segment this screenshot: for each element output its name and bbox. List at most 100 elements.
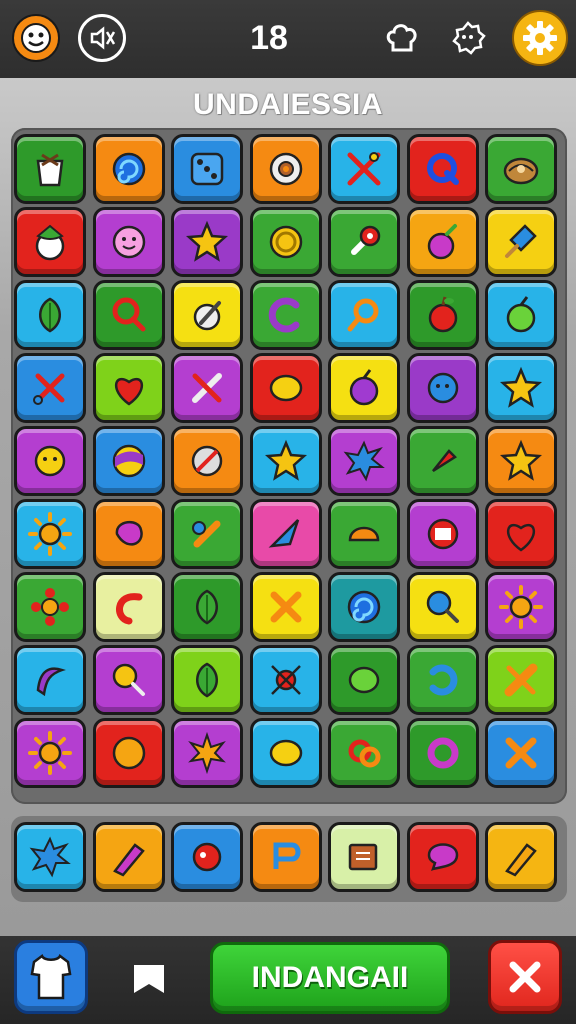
tile[interactable] bbox=[14, 353, 86, 423]
tile[interactable] bbox=[328, 134, 400, 204]
tile[interactable] bbox=[485, 207, 557, 277]
chef-button[interactable] bbox=[378, 14, 426, 62]
close-icon bbox=[509, 961, 541, 993]
tile[interactable] bbox=[249, 134, 322, 204]
green-apple-icon bbox=[506, 296, 536, 333]
tile[interactable] bbox=[14, 499, 86, 569]
tile[interactable] bbox=[171, 718, 243, 788]
tile[interactable] bbox=[171, 645, 243, 715]
tray-tile[interactable] bbox=[249, 822, 322, 892]
tile[interactable] bbox=[171, 426, 243, 496]
tile[interactable] bbox=[14, 134, 86, 204]
tile[interactable] bbox=[249, 645, 322, 715]
tile[interactable] bbox=[328, 353, 400, 423]
tile[interactable] bbox=[14, 426, 86, 496]
settings-button[interactable] bbox=[512, 10, 568, 66]
tile[interactable] bbox=[485, 645, 557, 715]
radio-icon bbox=[427, 518, 458, 550]
tray-tile[interactable] bbox=[328, 822, 400, 892]
tile[interactable] bbox=[406, 645, 479, 715]
flag-button[interactable] bbox=[126, 958, 172, 1000]
tile[interactable] bbox=[328, 645, 400, 715]
tile[interactable] bbox=[406, 134, 479, 204]
badge-button[interactable] bbox=[444, 14, 492, 62]
tile[interactable] bbox=[406, 499, 479, 569]
tile[interactable] bbox=[249, 426, 322, 496]
tray-tile[interactable] bbox=[406, 822, 479, 892]
tile[interactable] bbox=[171, 572, 243, 642]
top-bar: 18 bbox=[0, 0, 576, 78]
tile[interactable] bbox=[171, 134, 243, 204]
tile[interactable] bbox=[249, 572, 322, 642]
tile[interactable] bbox=[14, 207, 86, 277]
tile[interactable] bbox=[171, 353, 243, 423]
tile[interactable] bbox=[406, 572, 479, 642]
tile[interactable] bbox=[485, 134, 557, 204]
tile[interactable] bbox=[14, 572, 86, 642]
orange-icon bbox=[112, 736, 145, 770]
tile[interactable] bbox=[92, 207, 165, 277]
tile[interactable] bbox=[328, 572, 400, 642]
cross-icon bbox=[505, 737, 537, 769]
tile[interactable] bbox=[485, 499, 557, 569]
tile[interactable] bbox=[92, 353, 165, 423]
star-icon bbox=[264, 439, 307, 481]
settings-gear-icon bbox=[523, 21, 557, 55]
tile[interactable] bbox=[92, 426, 165, 496]
tile[interactable] bbox=[485, 353, 557, 423]
tile[interactable] bbox=[406, 426, 479, 496]
tray-tile[interactable] bbox=[485, 822, 557, 892]
tile[interactable] bbox=[328, 280, 400, 350]
bug-icon bbox=[270, 665, 301, 695]
close-button[interactable] bbox=[488, 940, 562, 1014]
tile[interactable] bbox=[485, 718, 557, 788]
crayon-icon bbox=[112, 843, 145, 877]
tile[interactable] bbox=[92, 280, 165, 350]
tile-tray bbox=[11, 816, 567, 902]
tile[interactable] bbox=[171, 499, 243, 569]
letter-r-icon bbox=[273, 842, 300, 869]
main-action-button[interactable]: INDANGAII bbox=[210, 942, 450, 1014]
tile[interactable] bbox=[14, 645, 86, 715]
score-counter: 18 bbox=[250, 19, 288, 57]
tile[interactable] bbox=[14, 280, 86, 350]
tile[interactable] bbox=[249, 207, 322, 277]
tray-tile[interactable] bbox=[171, 822, 243, 892]
splat-icon bbox=[29, 836, 71, 878]
tile[interactable] bbox=[406, 280, 479, 350]
shirt-button[interactable] bbox=[14, 940, 88, 1014]
tile[interactable] bbox=[14, 718, 86, 788]
tile[interactable] bbox=[406, 353, 479, 423]
tile[interactable] bbox=[171, 280, 243, 350]
tile[interactable] bbox=[328, 426, 400, 496]
tile[interactable] bbox=[328, 207, 400, 277]
tile[interactable] bbox=[92, 645, 165, 715]
tile[interactable] bbox=[328, 499, 400, 569]
tile[interactable] bbox=[92, 499, 165, 569]
tile[interactable] bbox=[328, 718, 400, 788]
tile[interactable] bbox=[249, 280, 322, 350]
tile[interactable] bbox=[249, 499, 322, 569]
tile[interactable] bbox=[485, 426, 557, 496]
shield-icon bbox=[191, 445, 223, 477]
tile[interactable] bbox=[406, 207, 479, 277]
tile[interactable] bbox=[249, 353, 322, 423]
star-icon bbox=[499, 439, 543, 481]
tile[interactable] bbox=[249, 718, 322, 788]
tray-tile[interactable] bbox=[92, 822, 165, 892]
tile[interactable] bbox=[485, 572, 557, 642]
tile[interactable] bbox=[171, 207, 243, 277]
tile[interactable] bbox=[406, 718, 479, 788]
mute-button[interactable] bbox=[78, 14, 126, 62]
avatar-button[interactable] bbox=[12, 14, 60, 62]
badge-icon bbox=[452, 21, 486, 55]
knife-icon bbox=[192, 373, 222, 403]
flower-icon bbox=[31, 588, 69, 626]
crescent-icon bbox=[268, 297, 299, 333]
tile[interactable] bbox=[92, 572, 165, 642]
tray-tile[interactable] bbox=[14, 822, 86, 892]
tile[interactable] bbox=[92, 134, 165, 204]
tile[interactable] bbox=[485, 280, 557, 350]
tile-grid bbox=[11, 128, 567, 804]
tile[interactable] bbox=[92, 718, 165, 788]
